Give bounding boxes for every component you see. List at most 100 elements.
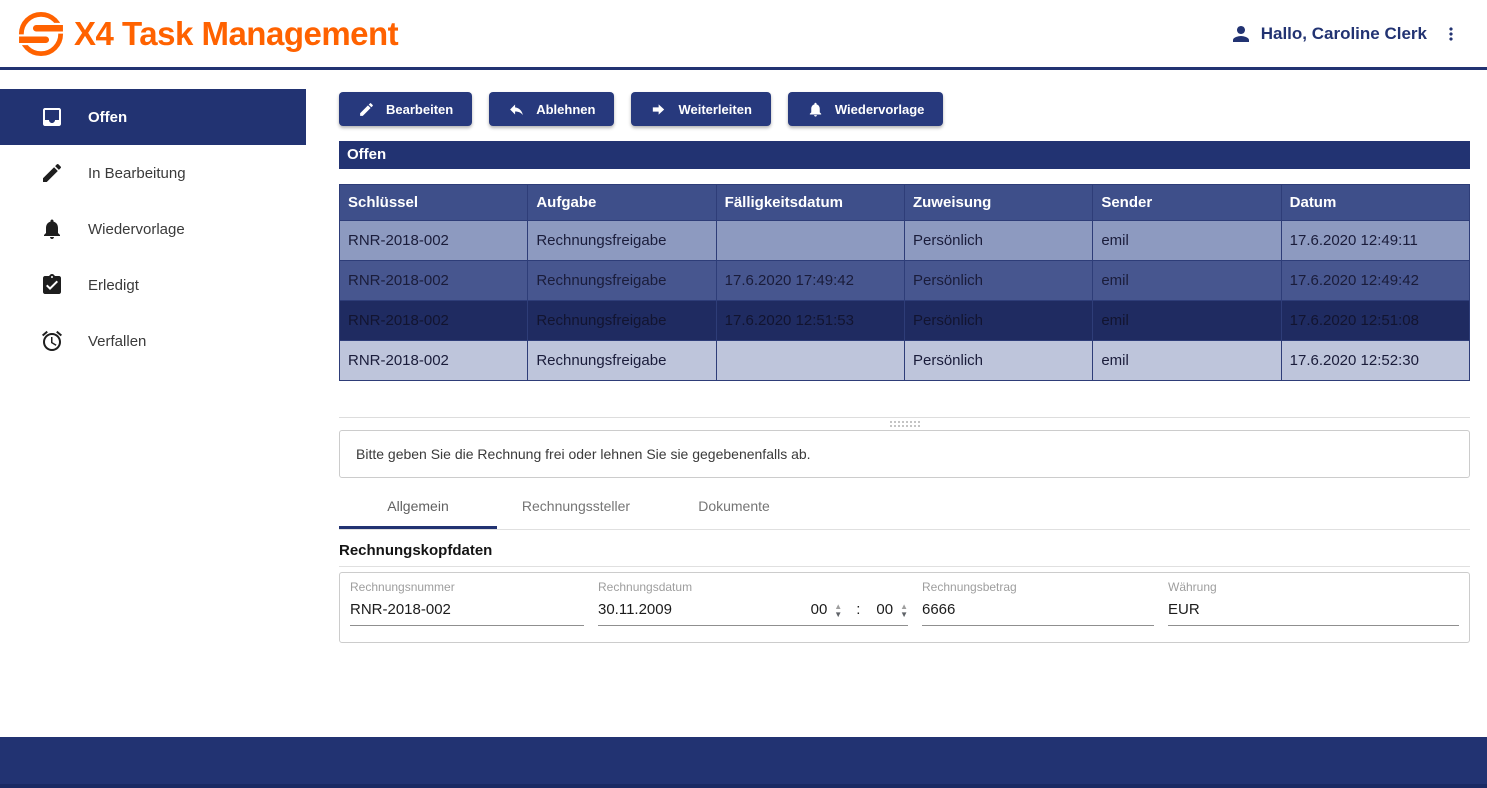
table-row-selected[interactable]: RNR-2018-002Rechnungsfreigabe 17.6.2020 1…: [340, 301, 1470, 341]
button-label: Ablehnen: [536, 102, 595, 117]
sidebar-item-verfallen[interactable]: Verfallen: [0, 313, 306, 369]
tab-dokumente[interactable]: Dokumente: [655, 486, 813, 529]
table-row[interactable]: RNR-2018-002Rechnungsfreigabe17.6.2020 1…: [340, 261, 1470, 301]
tab-allgemein[interactable]: Allgemein: [339, 486, 497, 529]
sidebar-item-offen[interactable]: Offen: [0, 89, 306, 145]
table-cell: RNR-2018-002: [340, 221, 528, 261]
table-cell: 17.6.2020 17:49:42: [716, 261, 904, 301]
sidebar-item-label: Erledigt: [88, 277, 139, 294]
field-label: Rechnungsdatum: [598, 580, 908, 594]
clipboard-check-icon: [40, 273, 64, 297]
table-cell: emil: [1093, 221, 1281, 261]
field-rechnungsdatum: Rechnungsdatum 30.11.2009 00 ▲ ▼ : 00 ▲ …: [598, 580, 908, 626]
main-content: Bearbeiten Ablehnen Weiterleiten Wiedervorl…: [306, 70, 1487, 737]
table-cell: Rechnungsfreigabe: [528, 301, 716, 341]
table-cell: Persönlich: [904, 301, 1092, 341]
bearbeiten-button[interactable]: Bearbeiten: [339, 92, 472, 126]
table-cell: Rechnungsfreigabe: [528, 261, 716, 301]
table-cell: 17.6.2020 12:49:42: [1281, 261, 1469, 301]
table-row[interactable]: RNR-2018-002Rechnungsfreigabe Persönliche…: [340, 341, 1470, 381]
column-header-f-lligkeitsdatum: Fälligkeitsdatum: [716, 185, 904, 221]
section-divider: [339, 566, 1470, 567]
section-title: Rechnungskopfdaten: [339, 542, 1470, 559]
table-cell: emil: [1093, 261, 1281, 301]
reply-icon: [508, 101, 525, 118]
table-cell: [716, 341, 904, 381]
more-vert-icon: [1441, 24, 1461, 44]
column-header-datum: Datum: [1281, 185, 1469, 221]
minute-up-button[interactable]: ▲: [900, 602, 908, 610]
person-icon: [1229, 22, 1253, 46]
pencil-icon: [40, 161, 64, 185]
waehrung-input[interactable]: EUR: [1168, 601, 1459, 626]
splitter-handle-dots: [890, 421, 920, 427]
table-cell: Rechnungsfreigabe: [528, 221, 716, 261]
weiterleiten-button[interactable]: Weiterleiten: [631, 92, 770, 126]
invoice-header-form: Rechnungsnummer RNR-2018-002 Rechnungsda…: [339, 572, 1470, 643]
field-value: EUR: [1168, 601, 1200, 618]
instruction-text: Bitte geben Sie die Rechnung frei oder l…: [356, 446, 811, 462]
ablehnen-button[interactable]: Ablehnen: [489, 92, 614, 126]
column-header-schl-ssel: Schlüssel: [340, 185, 528, 221]
field-label: Rechnungsnummer: [350, 580, 584, 594]
field-label: Währung: [1168, 580, 1459, 594]
panel-splitter[interactable]: [339, 417, 1470, 430]
table-row[interactable]: RNR-2018-002Rechnungsfreigabe Persönliche…: [340, 221, 1470, 261]
hour-up-button[interactable]: ▲: [834, 602, 842, 610]
minute-input[interactable]: 00: [876, 601, 893, 618]
table-cell: Persönlich: [904, 221, 1092, 261]
table-cell: RNR-2018-002: [340, 261, 528, 301]
table-cell: RNR-2018-002: [340, 341, 528, 381]
table-header-row: SchlüsselAufgabeFälligkeitsdatumZuweisun…: [340, 185, 1470, 221]
hour-down-button[interactable]: ▼: [834, 610, 842, 618]
button-label: Wiedervorlage: [835, 102, 924, 117]
column-header-zuweisung: Zuweisung: [904, 185, 1092, 221]
alarm-icon: [40, 329, 64, 353]
app-header: X4 Task Management Hallo, Caroline Clerk: [0, 0, 1487, 70]
minute-down-button[interactable]: ▼: [900, 610, 908, 618]
sidebar-item-label: Wiedervorlage: [88, 221, 185, 238]
toolbar: Bearbeiten Ablehnen Weiterleiten Wiedervorl…: [339, 92, 1470, 126]
table-cell: RNR-2018-002: [340, 301, 528, 341]
rechnungsbetrag-input[interactable]: 6666: [922, 601, 1154, 626]
task-list-title: Offen: [339, 141, 1470, 169]
sidebar-item-label: In Bearbeitung: [88, 165, 186, 182]
sidebar-item-in-bearbeitung[interactable]: In Bearbeitung: [0, 145, 306, 201]
table-cell: Persönlich: [904, 341, 1092, 381]
sidebar-item-wiedervorlage[interactable]: Wiedervorlage: [0, 201, 306, 257]
field-rechnungsbetrag: Rechnungsbetrag 6666: [922, 580, 1154, 626]
sidebar-item-erledigt[interactable]: Erledigt: [0, 257, 306, 313]
instruction-message-box: Bitte geben Sie die Rechnung frei oder l…: [339, 430, 1470, 478]
task-table: SchlüsselAufgabeFälligkeitsdatumZuweisun…: [339, 184, 1470, 381]
table-cell: Rechnungsfreigabe: [528, 341, 716, 381]
table-cell: 17.6.2020 12:49:11: [1281, 221, 1469, 261]
column-header-aufgabe: Aufgabe: [528, 185, 716, 221]
arrow-right-icon: [650, 101, 667, 118]
table-cell: emil: [1093, 341, 1281, 381]
detail-tabs: AllgemeinRechnungsstellerDokumente: [339, 486, 1470, 530]
x4-logo-icon: [18, 11, 64, 57]
minute-stepper: ▲ ▼: [900, 602, 908, 618]
field-waehrung: Währung EUR: [1168, 580, 1459, 626]
button-label: Bearbeiten: [386, 102, 453, 117]
page-title: X4 Task Management: [74, 15, 398, 53]
inbox-icon: [40, 105, 64, 129]
button-label: Weiterleiten: [678, 102, 751, 117]
user-greeting: Hallo, Caroline Clerk: [1261, 24, 1427, 44]
table-cell: [716, 221, 904, 261]
bell-icon: [40, 217, 64, 241]
table-cell: 17.6.2020 12:52:30: [1281, 341, 1469, 381]
sidebar-item-label: Verfallen: [88, 333, 146, 350]
tab-rechnungssteller[interactable]: Rechnungssteller: [497, 486, 655, 529]
wiedervorlage-button[interactable]: Wiedervorlage: [788, 92, 943, 126]
rechnungsdatum-input[interactable]: 30.11.2009: [598, 601, 807, 618]
rechnungsnummer-input[interactable]: RNR-2018-002: [350, 601, 584, 626]
hour-stepper: ▲ ▼: [834, 602, 842, 618]
hour-input[interactable]: 00: [811, 601, 828, 618]
table-cell: emil: [1093, 301, 1281, 341]
sidebar: Offen In Bearbeitung Wiedervorlage Erledigt…: [0, 70, 306, 737]
field-value: RNR-2018-002: [350, 601, 451, 618]
overflow-menu-button[interactable]: [1441, 24, 1461, 44]
pencil-icon: [358, 101, 375, 118]
table-cell: 17.6.2020 12:51:08: [1281, 301, 1469, 341]
